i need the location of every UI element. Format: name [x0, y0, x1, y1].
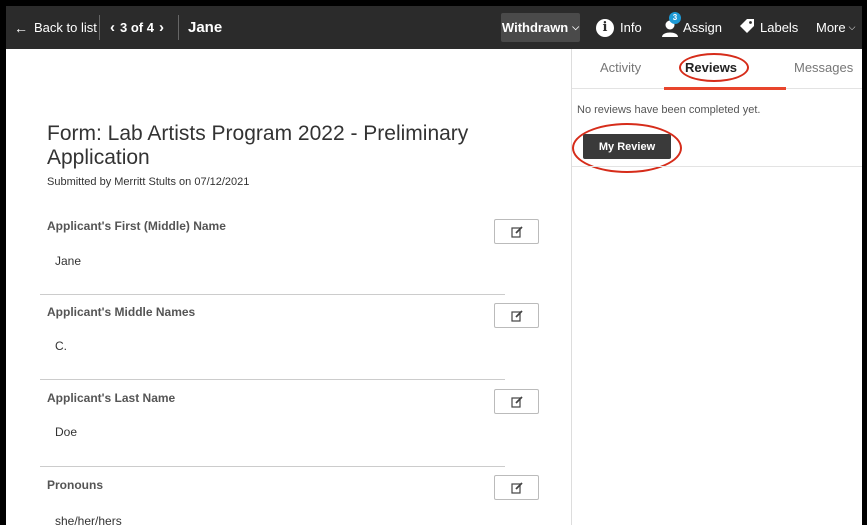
edit-icon	[510, 225, 523, 238]
field-value: Jane	[55, 254, 82, 268]
divider	[99, 15, 100, 40]
back-to-list-label: Back to list	[34, 20, 97, 35]
divider	[572, 166, 862, 167]
edit-button[interactable]	[494, 475, 539, 500]
active-tab-indicator	[664, 87, 786, 90]
edit-icon	[510, 309, 523, 322]
app-window: ← Back to list ‹ 3 of 4 › Jane Withdrawn…	[6, 6, 862, 525]
top-bar: ← Back to list ‹ 3 of 4 › Jane Withdrawn…	[6, 6, 862, 49]
info-button[interactable]: i Info	[596, 6, 642, 49]
assign-button[interactable]: 3 Assign	[661, 6, 722, 49]
record-pager: ‹ 3 of 4 ›	[105, 6, 169, 49]
edit-icon	[510, 481, 523, 494]
divider	[40, 294, 505, 295]
divider	[40, 379, 505, 380]
tab-activity[interactable]: Activity	[600, 60, 641, 75]
edit-button[interactable]	[494, 389, 539, 414]
chevron-left-icon[interactable]: ‹	[110, 19, 115, 36]
arrow-left-icon: ←	[14, 19, 28, 36]
edit-button[interactable]	[494, 219, 539, 244]
chevron-down-icon: ⌵	[572, 22, 580, 32]
assign-label: Assign	[683, 20, 723, 35]
labels-button[interactable]: Labels	[739, 6, 798, 49]
divider	[40, 466, 505, 467]
more-label: More	[816, 20, 846, 35]
annotation-circle	[679, 53, 749, 82]
field-value: she/her/hers	[55, 514, 122, 525]
back-to-list-link[interactable]: ← Back to list	[14, 6, 97, 49]
chevron-down-icon: ⌵	[848, 22, 856, 32]
pager-label: 3 of 4	[120, 20, 154, 35]
sidebar-tabs: Activity Reviews Messages	[572, 49, 862, 90]
edit-button[interactable]	[494, 303, 539, 328]
tab-messages[interactable]: Messages	[794, 60, 853, 75]
form-panel: Form: Lab Artists Program 2022 - Prelimi…	[6, 49, 571, 525]
submitted-by: Submitted by Merritt Stults on 07/12/202…	[47, 176, 250, 188]
tag-icon	[739, 18, 755, 37]
edit-icon	[510, 395, 523, 408]
assign-count-badge: 3	[669, 11, 681, 24]
field-label: Applicant's First (Middle) Name	[47, 219, 226, 233]
field-label: Pronouns	[47, 478, 103, 492]
status-dropdown[interactable]: Withdrawn ⌵	[501, 13, 580, 42]
info-label: Info	[620, 20, 642, 35]
labels-label: Labels	[760, 20, 799, 35]
empty-reviews-text: No reviews have been completed yet.	[577, 104, 761, 116]
field-value: Doe	[55, 425, 78, 439]
chevron-right-icon[interactable]: ›	[159, 19, 164, 36]
review-sidebar: Activity Reviews Messages No reviews hav…	[571, 49, 862, 525]
divider	[178, 15, 179, 40]
info-icon: i	[596, 18, 614, 37]
field-value: C.	[55, 339, 67, 353]
applicant-name: Jane	[188, 19, 223, 36]
user-icon: 3	[661, 11, 681, 38]
status-label: Withdrawn	[501, 20, 569, 35]
field-label: Applicant's Middle Names	[47, 305, 196, 319]
field-label: Applicant's Last Name	[47, 391, 176, 405]
form-title: Form: Lab Artists Program 2022 - Prelimi…	[47, 122, 469, 169]
more-menu[interactable]: More ⌵	[816, 6, 855, 49]
